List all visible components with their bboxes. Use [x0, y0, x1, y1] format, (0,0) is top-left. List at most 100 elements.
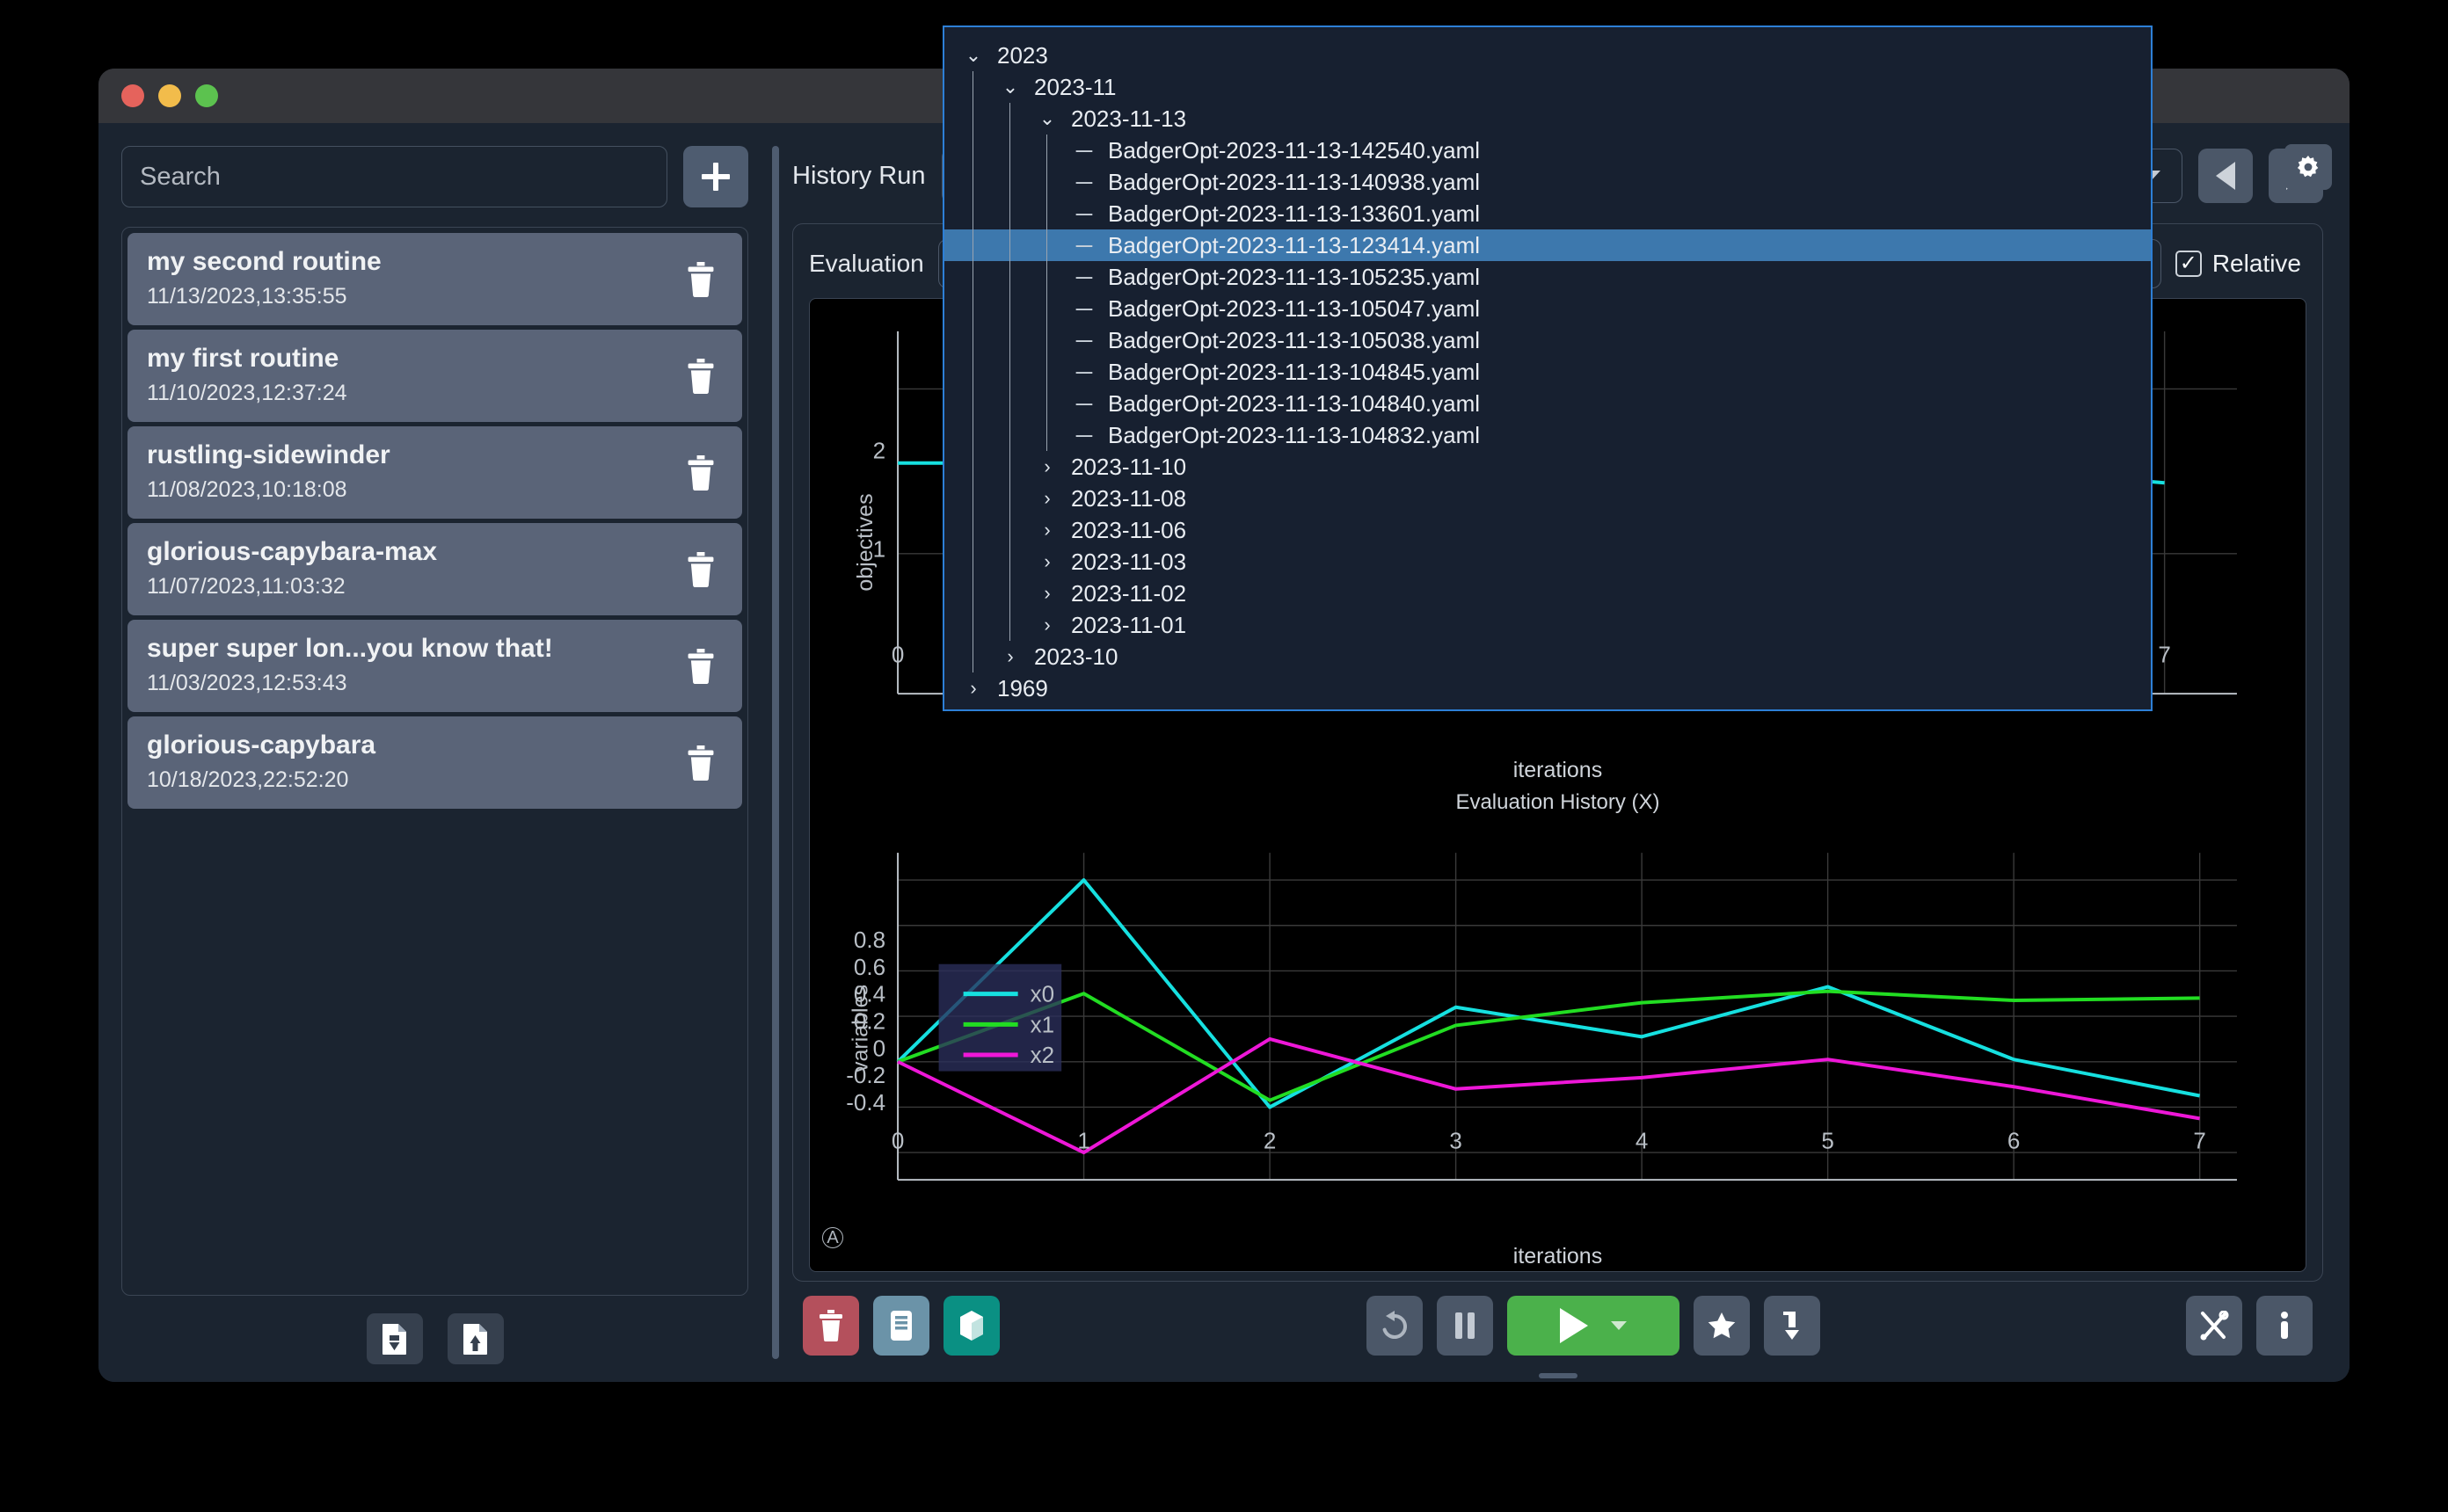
routine-date: 11/10/2023,12:37:24 — [147, 381, 347, 405]
tree-folder-row[interactable]: ⌄ 2023-11 — [944, 71, 2151, 103]
tree-file-row[interactable]: ─ BadgerOpt-2023-11-13-104840.yaml — [944, 388, 2151, 419]
tree-file-row[interactable]: ─ BadgerOpt-2023-11-13-140938.yaml — [944, 166, 2151, 198]
tree-file-row[interactable]: ─ BadgerOpt-2023-11-13-105047.yaml — [944, 293, 2151, 324]
tree-folder-row[interactable]: › 2023-11-08 — [944, 483, 2151, 514]
tree-file-row[interactable]: ─ BadgerOpt-2023-11-13-104845.yaml — [944, 356, 2151, 388]
tools-button[interactable] — [2186, 1296, 2242, 1356]
badger-app-window: Badger my second routine11/13/2023,13:35… — [98, 25, 2350, 1382]
cube-icon — [960, 1311, 983, 1341]
svg-text:x2: x2 — [1031, 1042, 1054, 1068]
info-icon — [2281, 1312, 2288, 1339]
svg-text:0.4: 0.4 — [854, 981, 885, 1007]
tree-branch-icon: ─ — [1075, 136, 1093, 164]
tree-node-label: 2023-11-01 — [1071, 611, 1187, 638]
delete-routine-button[interactable] — [682, 549, 719, 590]
tree-file-row[interactable]: ─ BadgerOpt-2023-11-13-104832.yaml — [944, 419, 2151, 451]
chevron-down-icon[interactable]: ⌄ — [960, 44, 987, 67]
tree-folder-row[interactable]: › 2023-10 — [944, 641, 2151, 672]
tree-node-label: BadgerOpt-2023-11-13-123414.yaml — [1108, 231, 1481, 258]
chevron-down-icon[interactable] — [1610, 1321, 1627, 1330]
trash-icon — [820, 1310, 842, 1341]
routine-name: rustling-sidewinder — [147, 440, 390, 469]
relative-checkbox-wrap[interactable]: ✓ Relative — [2175, 250, 2306, 278]
tree-branch-icon: ─ — [1075, 294, 1093, 322]
favorite-button[interactable] — [1693, 1296, 1750, 1356]
chevron-right-icon[interactable]: › — [1034, 455, 1060, 478]
trash-icon — [688, 648, 714, 684]
autoscale-icon[interactable]: A — [822, 1227, 843, 1248]
chevron-right-icon[interactable]: › — [1034, 519, 1060, 542]
info-button[interactable] — [2256, 1296, 2313, 1356]
trash-icon — [688, 551, 714, 587]
routine-item[interactable]: super super lon...you know that! 11/03/20… — [128, 620, 742, 712]
delete-routine-button[interactable] — [682, 743, 719, 783]
delete-routine-button[interactable] — [682, 259, 719, 300]
trash-icon — [688, 454, 714, 491]
tree-file-row[interactable]: ─ BadgerOpt-2023-11-13-133601.yaml — [944, 198, 2151, 229]
routine-item[interactable]: my first routine 11/10/2023,12:37:24 — [128, 330, 742, 422]
tree-folder-row[interactable]: › 1969 — [944, 672, 2151, 704]
tree-node-label: 1969 — [997, 674, 1048, 701]
logbook-button[interactable] — [873, 1296, 929, 1356]
sidebar-splitter[interactable] — [771, 146, 780, 1359]
chevron-right-icon[interactable]: › — [997, 645, 1024, 668]
tree-folder-row[interactable]: › 2023-11-10 — [944, 451, 2151, 483]
export-routine-button[interactable] — [447, 1313, 504, 1364]
variables-plot-labels: -0.4-0.200.20.40.60.80 1 2 3 4 5 6 7x0x1x2 — [846, 927, 2206, 1154]
tree-node-label: 2023-11-13 — [1071, 105, 1187, 132]
reset-button[interactable] — [1366, 1296, 1423, 1356]
tree-file-row[interactable]: ─ BadgerOpt-2023-11-13-105038.yaml — [944, 324, 2151, 356]
chevron-down-icon[interactable]: ⌄ — [1034, 107, 1060, 130]
tree-folder-row[interactable]: ⌄ 2023 — [944, 40, 2151, 71]
routine-item[interactable]: glorious-capybara-max 11/07/2023,11:03:32 — [128, 523, 742, 615]
tree-file-row[interactable]: ─ BadgerOpt-2023-11-13-105235.yaml — [944, 261, 2151, 293]
plot-toolbar-splitter[interactable] — [792, 1370, 2323, 1382]
variables-plot[interactable]: Evaluation History (X) variables iterati… — [810, 785, 2306, 1271]
pause-button[interactable] — [1436, 1296, 1493, 1356]
history-run-tree-popup[interactable]: ⌄ 2023 ⌄ 2023-11 ⌄ 2023-11-13 ─ BadgerOpt-2023-… — [943, 25, 2153, 711]
run-button[interactable] — [1506, 1296, 1679, 1356]
tree-branch-icon: ─ — [1075, 421, 1093, 448]
undo-icon — [1382, 1311, 1407, 1339]
chevron-right-icon[interactable]: › — [1034, 614, 1060, 636]
trash-icon — [688, 745, 714, 781]
routine-item[interactable]: glorious-capybara 10/18/2023,22:52:20 — [128, 716, 742, 809]
tree-node-label: BadgerOpt-2023-11-13-104845.yaml — [1108, 358, 1481, 385]
extension-button[interactable] — [944, 1296, 1000, 1356]
run-toolbar — [792, 1282, 2323, 1370]
chevron-right-icon[interactable]: › — [1034, 582, 1060, 605]
jump-to-optimum-button[interactable] — [1763, 1296, 1820, 1356]
delete-run-button[interactable] — [803, 1296, 859, 1356]
tree-file-row[interactable]: ─ BadgerOpt-2023-11-13-123414.yaml — [944, 229, 2151, 261]
tree-node-label: 2023-11-10 — [1071, 453, 1187, 480]
delete-routine-button[interactable] — [682, 356, 719, 396]
routine-item[interactable]: rustling-sidewinder 11/08/2023,10:18:08 — [128, 426, 742, 519]
tree-folder-row[interactable]: › 2023-11-03 — [944, 546, 2151, 578]
delete-routine-button[interactable] — [682, 646, 719, 687]
routine-name: glorious-capybara — [147, 731, 376, 760]
relative-label: Relative — [2211, 250, 2301, 277]
svg-text:0: 0 — [892, 1128, 904, 1154]
routine-name: glorious-capybara-max — [147, 537, 438, 566]
tree-node-label: BadgerOpt-2023-11-13-104840.yaml — [1108, 389, 1481, 417]
evaluation-label: Evaluation — [809, 250, 924, 277]
chevron-right-icon[interactable]: › — [1034, 487, 1060, 510]
tree-file-row[interactable]: ─ BadgerOpt-2023-11-13-142540.yaml — [944, 134, 2151, 166]
tree-folder-row[interactable]: › 2023-11-01 — [944, 609, 2151, 641]
settings-button[interactable] — [2284, 144, 2332, 190]
tree-folder-row[interactable]: ⌄ 2023-11-13 — [944, 103, 2151, 134]
star-icon — [1708, 1312, 1735, 1339]
tree-branch-icon: ─ — [1075, 326, 1093, 353]
routine-date: 11/13/2023,13:35:55 — [147, 284, 347, 309]
chevron-right-icon[interactable]: › — [1034, 550, 1060, 573]
tree-node-label: 2023-11-03 — [1071, 548, 1187, 575]
import-routine-button[interactable] — [366, 1313, 423, 1364]
delete-routine-button[interactable] — [682, 453, 719, 493]
tree-folder-row[interactable]: › 2023-11-02 — [944, 578, 2151, 609]
relative-checkbox[interactable]: ✓ — [2175, 251, 2202, 277]
tree-folder-row[interactable]: › 2023-11-06 — [944, 514, 2151, 546]
chevron-down-icon[interactable]: ⌄ — [997, 76, 1024, 98]
routine-item[interactable]: my second routine 11/13/2023,13:35:55 — [128, 233, 742, 325]
tree-node-label: BadgerOpt-2023-11-13-133601.yaml — [1108, 200, 1481, 227]
chevron-right-icon[interactable]: › — [960, 677, 987, 700]
